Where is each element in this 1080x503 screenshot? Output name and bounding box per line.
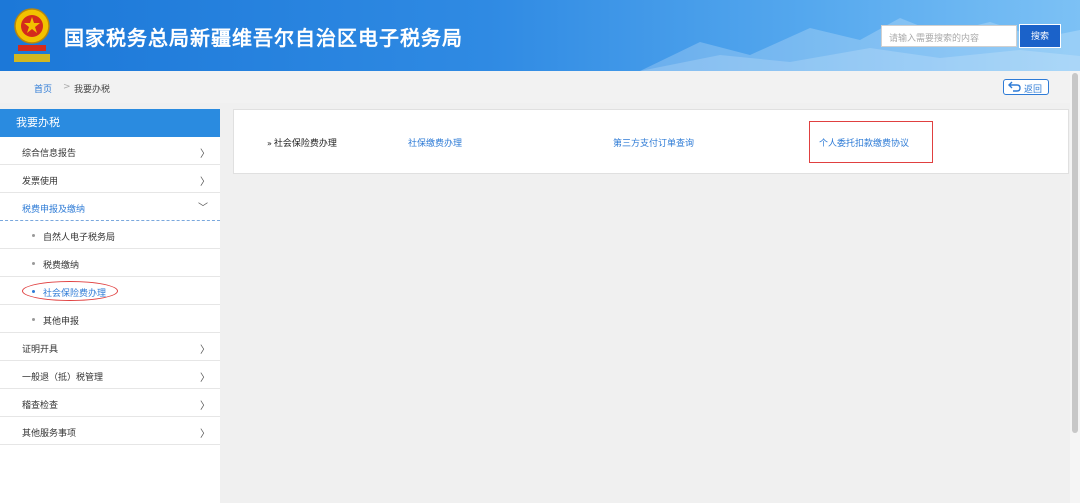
bullet-icon — [32, 290, 35, 293]
search-button[interactable]: 搜索 — [1019, 24, 1061, 48]
third-party-order-query-link[interactable]: 第三方支付订单查询 — [613, 136, 694, 149]
chevron-right-icon: 〉 — [200, 429, 210, 440]
return-arrow-icon — [1008, 81, 1021, 92]
sidebar-item-certificate[interactable]: 证明开具 〉 — [0, 333, 220, 361]
chevron-right-icon: 〉 — [200, 373, 210, 384]
sidebar-item-inspection[interactable]: 稽查检查 〉 — [0, 389, 220, 417]
sidebar-item-label: 发票使用 — [22, 177, 59, 187]
sidebar-subitem-label: 其他申报 — [43, 317, 80, 327]
sidebar-item-other-services[interactable]: 其他服务事项 〉 — [0, 417, 220, 445]
sidebar-item-label: 一般退（抵）税管理 — [22, 373, 104, 383]
sidebar-subitem-label: 社会保险费办理 — [43, 289, 107, 299]
bullet-icon — [32, 262, 35, 265]
chevron-right-icon: 〉 — [200, 149, 210, 160]
sidebar-item-label: 其他服务事项 — [22, 429, 77, 439]
sidebar-item-tax-refund[interactable]: 一般退（抵）税管理 〉 — [0, 361, 220, 389]
service-panel: » 社会保险费办理 社保缴费办理 第三方支付订单查询 个人委托扣款缴费协议 — [233, 109, 1069, 174]
sidebar-subitem-other-declaration[interactable]: 其他申报 — [0, 305, 220, 333]
breadcrumb-separator: > — [63, 82, 71, 92]
sidebar-subitem-label: 税费缴纳 — [43, 261, 80, 271]
back-button[interactable]: 返回 — [1003, 79, 1049, 95]
double-arrow-icon: » — [267, 139, 272, 148]
sidebar-item-label: 稽查检查 — [22, 401, 59, 411]
breadcrumb: 首页 > 我要办税 — [0, 71, 1080, 103]
personal-debit-agreement-link[interactable]: 个人委托扣款缴费协议 — [819, 136, 909, 149]
page-scrollbar[interactable] — [1070, 71, 1080, 503]
service-category-label: 社会保险费办理 — [273, 139, 337, 149]
sidebar-subitem-social-insurance[interactable]: 社会保险费办理 — [0, 277, 220, 305]
search-input[interactable]: 请输入需要搜索的内容 — [881, 25, 1017, 47]
sidebar-title: 我要办税 — [0, 109, 220, 137]
sidebar-item-label: 税费申报及缴纳 — [22, 205, 86, 215]
sidebar-subitem-label: 自然人电子税务局 — [43, 233, 116, 243]
chevron-right-icon: 〉 — [200, 177, 210, 188]
sidebar-item-label: 综合信息报告 — [22, 149, 77, 159]
bullet-icon — [32, 318, 35, 321]
chevron-right-icon: 〉 — [200, 345, 210, 356]
sidebar: 我要办税 综合信息报告 〉 发票使用 〉 税费申报及缴纳 ﹀ 自然人电子税务局 … — [0, 109, 220, 503]
sidebar-item-label: 证明开具 — [22, 345, 59, 355]
tax-emblem-icon — [14, 8, 50, 62]
chevron-right-icon: 〉 — [200, 401, 210, 412]
bullet-icon — [32, 234, 35, 237]
chevron-down-icon: ﹀ — [198, 203, 208, 214]
sidebar-subitem-natural-person[interactable]: 自然人电子税务局 — [0, 221, 220, 249]
sidebar-item-invoice[interactable]: 发票使用 〉 — [0, 165, 220, 193]
service-category: » 社会保险费办理 — [267, 136, 337, 149]
social-insurance-payment-link[interactable]: 社保缴费办理 — [408, 136, 462, 149]
site-title: 国家税务总局新疆维吾尔自治区电子税务局 — [64, 26, 463, 50]
sidebar-item-info-report[interactable]: 综合信息报告 〉 — [0, 137, 220, 165]
sidebar-subitem-tax-payment[interactable]: 税费缴纳 — [0, 249, 220, 277]
breadcrumb-home-link[interactable]: 首页 — [34, 82, 52, 95]
back-button-label: 返回 — [1024, 85, 1043, 95]
sidebar-item-tax-declaration[interactable]: 税费申报及缴纳 ﹀ — [0, 193, 220, 221]
scrollbar-thumb[interactable] — [1072, 73, 1078, 433]
header-banner: 国家税务总局新疆维吾尔自治区电子税务局 请输入需要搜索的内容 搜索 — [0, 0, 1080, 71]
breadcrumb-current: 我要办税 — [74, 85, 111, 95]
